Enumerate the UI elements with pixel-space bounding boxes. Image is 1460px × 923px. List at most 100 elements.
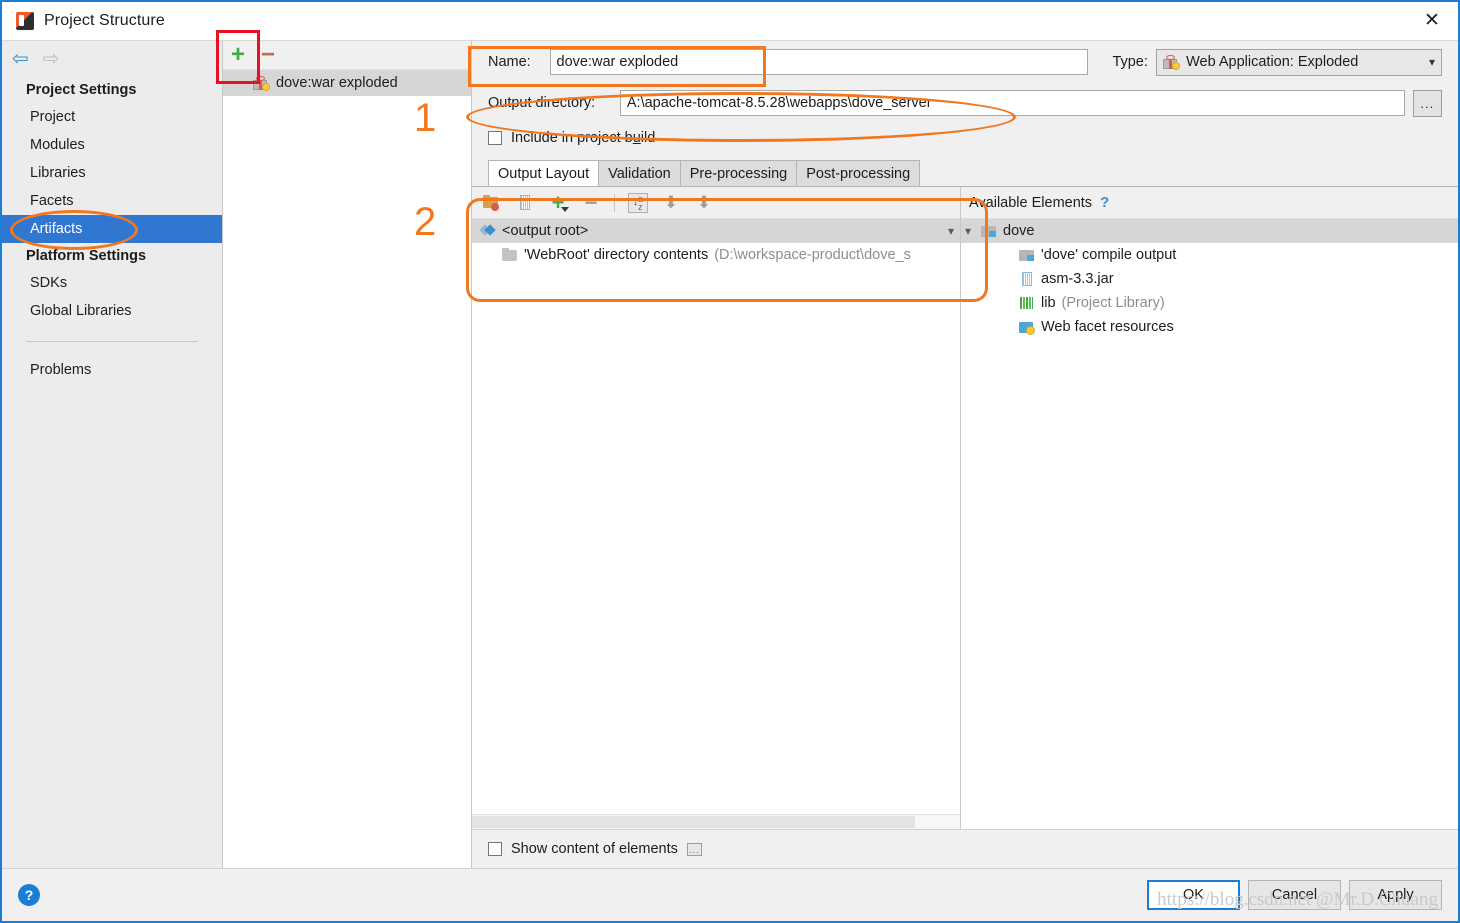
- sidebar-item-problems[interactable]: Problems: [2, 356, 222, 384]
- footer-buttons: OK Cancel Apply: [1147, 880, 1458, 910]
- apply-button[interactable]: Apply: [1349, 880, 1442, 910]
- project-structure-dialog: Project Structure ✕ ⇦ ⇨ Project Settings…: [0, 0, 1460, 923]
- type-label: Type:: [1112, 54, 1156, 70]
- cancel-button[interactable]: Cancel: [1248, 880, 1341, 910]
- help-icon[interactable]: ?: [18, 884, 40, 906]
- tree-row-label: 'WebRoot' directory contents: [524, 247, 708, 263]
- create-directory-icon[interactable]: [482, 193, 502, 213]
- move-up-icon[interactable]: ⬇: [661, 193, 681, 213]
- add-copy-of-icon[interactable]: +: [548, 193, 568, 213]
- settings-sidebar: ⇦ ⇨ Project Settings Project Modules Lib…: [2, 41, 223, 868]
- browse-output-directory-button[interactable]: ...: [1413, 90, 1442, 117]
- ok-button[interactable]: OK: [1147, 880, 1240, 910]
- name-input[interactable]: [550, 49, 1089, 75]
- tree-row-label: <output root>: [502, 223, 588, 239]
- tab-validation[interactable]: Validation: [598, 160, 681, 186]
- tree-row-lib[interactable]: lib (Project Library): [961, 291, 1458, 315]
- layout-panes: + − ↓az ⬇ ⬇ <output root> ▾: [472, 186, 1458, 829]
- question-mark-icon[interactable]: ?: [1100, 194, 1109, 211]
- show-content-options-button[interactable]: ...: [687, 843, 702, 856]
- chevron-down-icon: ▾: [1429, 55, 1435, 69]
- name-type-row: Name: Type: Web Application: Exploded ▾: [472, 41, 1458, 83]
- module-output-icon: [1019, 247, 1035, 263]
- available-elements-tree: ▾ dove 'dove' compile output asm-3.3.jar: [961, 219, 1458, 829]
- chevron-down-icon[interactable]: ▾: [965, 224, 975, 238]
- output-directory-label: Output directory:: [488, 95, 620, 111]
- available-elements-title: Available Elements: [969, 195, 1092, 211]
- war-artifact-icon: [1163, 55, 1179, 70]
- output-directory-input[interactable]: [620, 90, 1405, 116]
- directory-icon: [502, 247, 518, 263]
- war-artifact-icon: [253, 76, 269, 91]
- move-down-icon[interactable]: ⬇: [694, 193, 714, 213]
- tree-row-dove[interactable]: ▾ dove: [961, 219, 1458, 243]
- tree-row-dove-compile-output[interactable]: 'dove' compile output: [961, 243, 1458, 267]
- close-icon[interactable]: ✕: [1406, 2, 1458, 39]
- intellij-idea-icon: [16, 12, 34, 30]
- page-title: Project Structure: [44, 12, 165, 30]
- sidebar-divider: [26, 341, 198, 342]
- create-archive-icon[interactable]: [515, 193, 535, 213]
- remove-icon[interactable]: −: [581, 193, 601, 213]
- output-layout-panel: + − ↓az ⬇ ⬇ <output root> ▾: [472, 187, 961, 829]
- dialog-body: ⇦ ⇨ Project Settings Project Modules Lib…: [2, 41, 1458, 868]
- arrow-left-icon[interactable]: ⇦: [12, 49, 29, 69]
- show-content-checkbox[interactable]: [488, 842, 502, 856]
- tab-post-processing[interactable]: Post-processing: [796, 160, 920, 186]
- artifact-list-item[interactable]: dove:war exploded: [223, 70, 471, 96]
- tree-row-asm-jar[interactable]: asm-3.3.jar: [961, 267, 1458, 291]
- title-bar: Project Structure ✕: [2, 2, 1458, 41]
- include-in-project-build-checkbox[interactable]: [488, 131, 502, 145]
- library-icon: [1019, 295, 1035, 311]
- tree-row-path: (D:\workspace-product\dove_s: [714, 247, 911, 263]
- toolbar-divider: [614, 194, 615, 212]
- include-in-project-build-row[interactable]: Include in project build: [472, 123, 1458, 153]
- sidebar-item-libraries[interactable]: Libraries: [2, 159, 222, 187]
- dialog-footer: ? OK Cancel Apply https://blog.csdn.net …: [2, 868, 1458, 921]
- show-content-row: Show content of elements ...: [472, 829, 1458, 868]
- module-icon: [981, 223, 997, 239]
- sort-alphabetically-icon[interactable]: ↓az: [628, 193, 648, 213]
- tree-row-webroot-contents[interactable]: 'WebRoot' directory contents (D:\workspa…: [472, 243, 960, 267]
- tree-row-label: asm-3.3.jar: [1041, 271, 1114, 287]
- available-elements-header: Available Elements ?: [961, 187, 1458, 219]
- show-content-label: Show content of elements: [511, 841, 678, 857]
- web-facet-icon: [1019, 319, 1035, 335]
- artifact-detail-pane: Name: Type: Web Application: Exploded ▾ …: [472, 41, 1458, 868]
- sidebar-item-modules[interactable]: Modules: [2, 131, 222, 159]
- tree-row-label: lib: [1041, 295, 1056, 311]
- sidebar-item-global-libraries[interactable]: Global Libraries: [2, 297, 222, 325]
- minus-icon[interactable]: −: [261, 43, 275, 67]
- plus-icon[interactable]: +: [231, 43, 245, 67]
- sidebar-item-sdks[interactable]: SDKs: [2, 269, 222, 297]
- chevron-down-icon[interactable]: ▾: [948, 224, 960, 238]
- artifact-list-item-label: dove:war exploded: [276, 75, 398, 91]
- tree-row-label: Web facet resources: [1041, 319, 1174, 335]
- tree-row-label: dove: [1003, 223, 1034, 239]
- tree-row-label: 'dove' compile output: [1041, 247, 1176, 263]
- artifacts-toolbar: + −: [223, 41, 471, 70]
- sidebar-item-project[interactable]: Project: [2, 103, 222, 131]
- tree-row-web-facet-resources[interactable]: Web facet resources: [961, 315, 1458, 339]
- output-layout-tree: <output root> ▾ 'WebRoot' directory cont…: [472, 219, 960, 814]
- output-directory-row: Output directory: ...: [472, 83, 1458, 123]
- artifacts-list-panel: + − dove:war exploded: [223, 41, 472, 868]
- artifact-type-select[interactable]: Web Application: Exploded ▾: [1156, 49, 1442, 76]
- tab-pre-processing[interactable]: Pre-processing: [680, 160, 798, 186]
- output-layout-hscrollbar[interactable]: [472, 814, 960, 829]
- sidebar-item-artifacts[interactable]: Artifacts: [2, 215, 222, 243]
- name-label: Name:: [488, 54, 550, 70]
- output-root-icon: [480, 223, 496, 239]
- tree-row-output-root[interactable]: <output root> ▾: [472, 219, 960, 243]
- tab-output-layout[interactable]: Output Layout: [488, 160, 599, 186]
- tree-row-note: (Project Library): [1062, 295, 1165, 311]
- available-elements-panel: Available Elements ? ▾ dove 'dove' compi…: [961, 187, 1458, 829]
- output-layout-toolbar: + − ↓az ⬇ ⬇: [472, 187, 960, 219]
- include-in-project-build-label: Include in project build: [511, 130, 655, 146]
- sidebar-nav-arrows: ⇦ ⇨: [2, 41, 222, 77]
- artifact-type-value: Web Application: Exploded: [1186, 54, 1358, 70]
- sidebar-heading-project-settings: Project Settings: [2, 77, 222, 103]
- sidebar-item-facets[interactable]: Facets: [2, 187, 222, 215]
- arrow-right-icon[interactable]: ⇨: [43, 49, 60, 69]
- sidebar-heading-platform-settings: Platform Settings: [2, 243, 222, 269]
